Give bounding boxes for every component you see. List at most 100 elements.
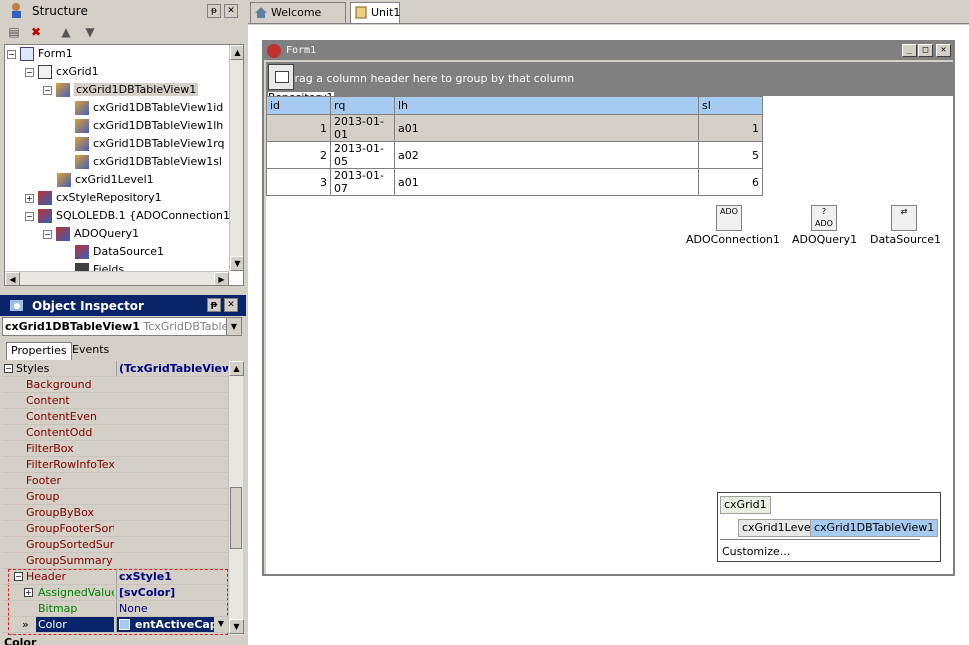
- form-title: Form1: [286, 45, 317, 56]
- structure-title: Structure: [32, 3, 88, 18]
- tree-node[interactable]: cxGrid1Level1: [57, 171, 154, 189]
- form-icon: [20, 47, 34, 61]
- tree-node[interactable]: cxGrid1DBTableView1lh: [75, 117, 223, 135]
- object-name: cxGrid1DBTableView1: [5, 320, 140, 333]
- tab-properties[interactable]: Properties: [6, 342, 72, 360]
- tab-unit1[interactable]: Unit1: [350, 2, 400, 23]
- style-repository-component-icon[interactable]: [268, 64, 294, 90]
- tree-hscrollbar[interactable]: ◀ ▶: [5, 271, 229, 285]
- datasource-component[interactable]: ⇄ DataSource1: [870, 205, 941, 246]
- table-row[interactable]: 1 2013-01-01 a01 1: [266, 114, 763, 142]
- close-icon[interactable]: ✕: [224, 298, 238, 312]
- delete-item-icon[interactable]: ✖: [28, 25, 44, 39]
- property-row[interactable]: FilterBox: [2, 441, 228, 457]
- column-icon: [75, 155, 89, 169]
- scroll-thumb[interactable]: [230, 487, 242, 549]
- column-header[interactable]: sl: [698, 96, 763, 115]
- form-title-bar: Form1 _ □ ✕: [264, 42, 953, 60]
- tree-vscrollbar[interactable]: ▲ ▼: [229, 45, 243, 271]
- property-row[interactable]: FilterRowInfoText: [2, 457, 228, 473]
- pin-icon[interactable]: ᵽ: [207, 298, 221, 312]
- adoquery-component[interactable]: ? ADO ADOQuery1: [792, 205, 857, 246]
- pin-icon[interactable]: ᵽ: [207, 4, 221, 18]
- datasource-icon: ⇄: [891, 205, 917, 231]
- structure-toolbar: ▤ ✖ ▲ ▼: [0, 22, 246, 42]
- adoconnection-component[interactable]: ADO ADOConnection1: [686, 205, 780, 246]
- table-row[interactable]: 3 2013-01-07 a01 6: [266, 168, 763, 196]
- structure-icon: [12, 3, 21, 18]
- property-row[interactable]: Group: [2, 489, 228, 505]
- grid-view-item[interactable]: cxGrid1DBTableView1: [810, 519, 939, 537]
- scroll-left-icon[interactable]: ◀: [5, 272, 20, 285]
- add-item-icon[interactable]: ▤: [6, 25, 22, 39]
- grid-table: id rq lh sl 1 2013-01-01 a01 1 2 2013-01…: [266, 96, 763, 196]
- scroll-right-icon[interactable]: ▶: [214, 272, 229, 285]
- column-header[interactable]: rq: [330, 96, 395, 115]
- style-repository-icon: [38, 191, 52, 205]
- property-row[interactable]: Content: [2, 393, 228, 409]
- home-icon: [255, 7, 267, 18]
- props-vscrollbar[interactable]: ▲ ▼: [228, 361, 244, 635]
- group-by-box[interactable]: Drag a column header here to group by th…: [266, 62, 953, 96]
- tree-node[interactable]: cxGrid1DBTableView1id: [75, 99, 223, 117]
- property-row[interactable]: GroupSortedSummary: [2, 537, 228, 553]
- move-up-icon[interactable]: ▲: [58, 25, 74, 39]
- property-row-selected[interactable]: » Color entActiveCapt ▼: [2, 617, 228, 633]
- property-row[interactable]: GroupFooterSorted: [2, 521, 228, 537]
- property-row[interactable]: GroupSummary: [2, 553, 228, 569]
- chevron-down-icon[interactable]: ▼: [226, 318, 241, 335]
- tree-node[interactable]: − SQLOLEDB.1 {ADOConnection1}: [25, 207, 237, 225]
- color-swatch: [119, 619, 130, 630]
- close-icon[interactable]: ✕: [224, 4, 238, 18]
- unit-icon: [355, 6, 367, 19]
- scroll-up-icon[interactable]: ▲: [230, 45, 243, 60]
- document-tabs: Welcome Page Unit1: [248, 0, 969, 38]
- move-down-icon[interactable]: ▼: [82, 25, 98, 39]
- divider: [720, 539, 920, 540]
- left-panels: Structure ᵽ ✕ ▤ ✖ ▲ ▼ − Form1 − cxGrid1 − c…: [0, 0, 246, 645]
- selected-arrow-icon: »: [22, 618, 29, 631]
- property-row[interactable]: ContentOdd: [2, 425, 228, 441]
- header-row: id rq lh sl: [266, 96, 763, 115]
- grid-icon: [38, 65, 52, 79]
- property-row[interactable]: Bitmap None: [2, 601, 228, 617]
- customize-link[interactable]: Customize...: [722, 545, 790, 558]
- scroll-down-icon[interactable]: ▼: [230, 256, 243, 271]
- tree-node[interactable]: DataSource1: [75, 243, 164, 261]
- tab-events[interactable]: Events: [68, 342, 113, 360]
- grid-root-label[interactable]: cxGrid1: [720, 496, 771, 514]
- property-row[interactable]: + AssignedValues [svColor]: [2, 585, 228, 601]
- property-row[interactable]: GroupByBox: [2, 505, 228, 521]
- column-icon: [75, 101, 89, 115]
- scroll-down-icon[interactable]: ▼: [229, 619, 244, 634]
- maximize-icon[interactable]: □: [918, 44, 933, 57]
- tree-node[interactable]: − ADOQuery1: [43, 225, 139, 243]
- column-icon: [75, 119, 89, 133]
- table-view-icon: [56, 83, 70, 97]
- chevron-down-icon[interactable]: ▼: [214, 617, 228, 632]
- color-value-field[interactable]: entActiveCapt: [116, 617, 228, 632]
- scroll-up-icon[interactable]: ▲: [229, 361, 244, 376]
- column-header[interactable]: lh: [394, 96, 699, 115]
- property-row[interactable]: − Header cxStyle1: [2, 569, 228, 585]
- column-header[interactable]: id: [266, 96, 331, 115]
- tree-node[interactable]: − cxGrid1DBTableView1: [43, 81, 199, 99]
- object-inspector-title: Object Inspector: [32, 298, 144, 313]
- property-row[interactable]: Footer: [2, 473, 228, 489]
- tree-node[interactable]: − cxGrid1: [25, 63, 99, 81]
- inspector-status: Color: [4, 636, 37, 645]
- close-icon[interactable]: ✕: [936, 44, 951, 57]
- tab-welcome-page[interactable]: Welcome Page: [250, 2, 346, 38]
- tree-node[interactable]: − Form1: [7, 45, 73, 63]
- column-icon: [75, 137, 89, 151]
- property-row[interactable]: − Styles (TcxGridTableViewS: [2, 361, 228, 377]
- tree-node[interactable]: cxGrid1DBTableView1sl: [75, 153, 222, 171]
- property-row[interactable]: ContentEven: [2, 409, 228, 425]
- tree-node[interactable]: + cxStyleRepository1: [25, 189, 162, 207]
- table-row[interactable]: 2 2013-01-05 a02 5: [266, 141, 763, 169]
- object-selector[interactable]: cxGrid1DBTableView1 TcxGridDBTableView ▼: [2, 317, 242, 336]
- property-row[interactable]: Background: [2, 377, 228, 393]
- structure-tree: − Form1 − cxGrid1 − cxGrid1DBTableView1 cxG…: [4, 44, 244, 286]
- minimize-icon[interactable]: _: [902, 44, 917, 57]
- tree-node[interactable]: cxGrid1DBTableView1rq: [75, 135, 225, 153]
